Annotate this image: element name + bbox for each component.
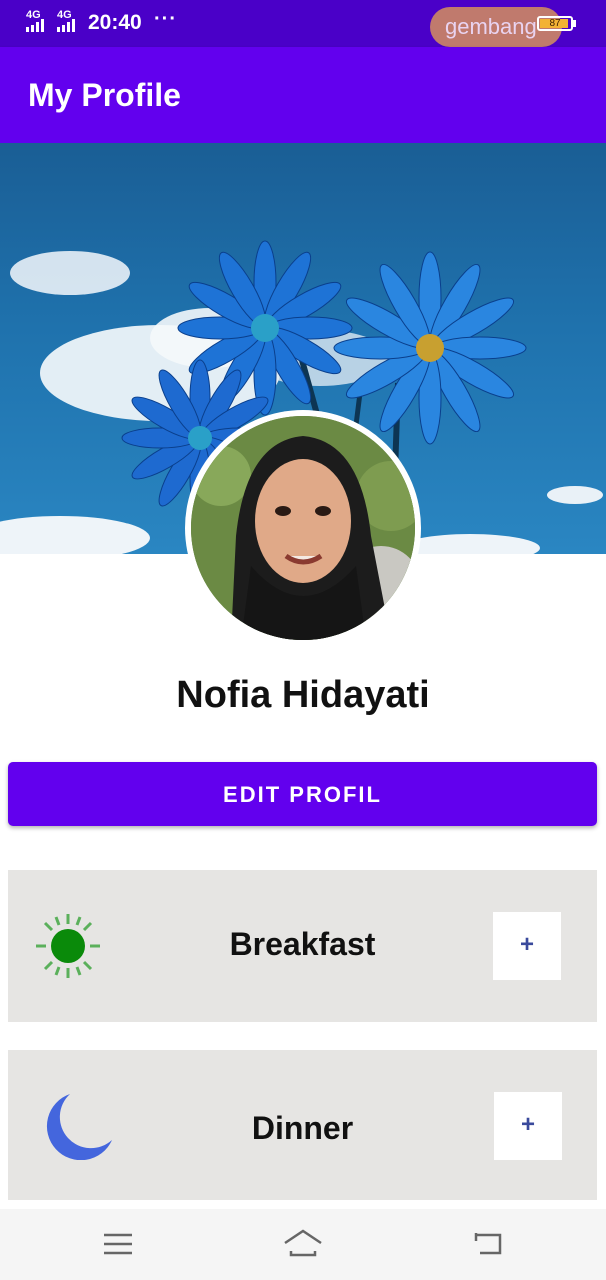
more-notifications-icon: ··· xyxy=(154,8,177,30)
meal-card-dinner[interactable]: Dinner + xyxy=(8,1050,597,1200)
edit-profile-button[interactable]: EDIT PROFIL xyxy=(8,762,597,826)
system-nav-bar xyxy=(0,1209,606,1280)
status-time: 20:40 xyxy=(88,11,142,34)
status-bar: 4G 4G 20:40 ··· gembang 87 xyxy=(0,0,606,47)
add-breakfast-button[interactable]: + xyxy=(493,912,561,980)
menu-icon[interactable] xyxy=(100,1227,140,1261)
battery-icon: 87 xyxy=(537,16,573,31)
profile-photo xyxy=(191,416,415,640)
signal-icon: 4G xyxy=(26,10,44,32)
add-dinner-button[interactable]: + xyxy=(494,1092,562,1160)
back-icon[interactable] xyxy=(470,1227,510,1261)
profile-name: Nofia Hidayati xyxy=(176,674,430,716)
home-icon[interactable] xyxy=(283,1227,323,1261)
avatar[interactable] xyxy=(185,410,421,646)
signal-icon: 4G xyxy=(57,10,75,32)
meal-card-breakfast[interactable]: Breakfast + xyxy=(8,870,597,1022)
page-title: My Profile xyxy=(28,77,181,113)
battery-level: 87 xyxy=(549,18,561,29)
app-bar: My Profile xyxy=(0,47,606,143)
